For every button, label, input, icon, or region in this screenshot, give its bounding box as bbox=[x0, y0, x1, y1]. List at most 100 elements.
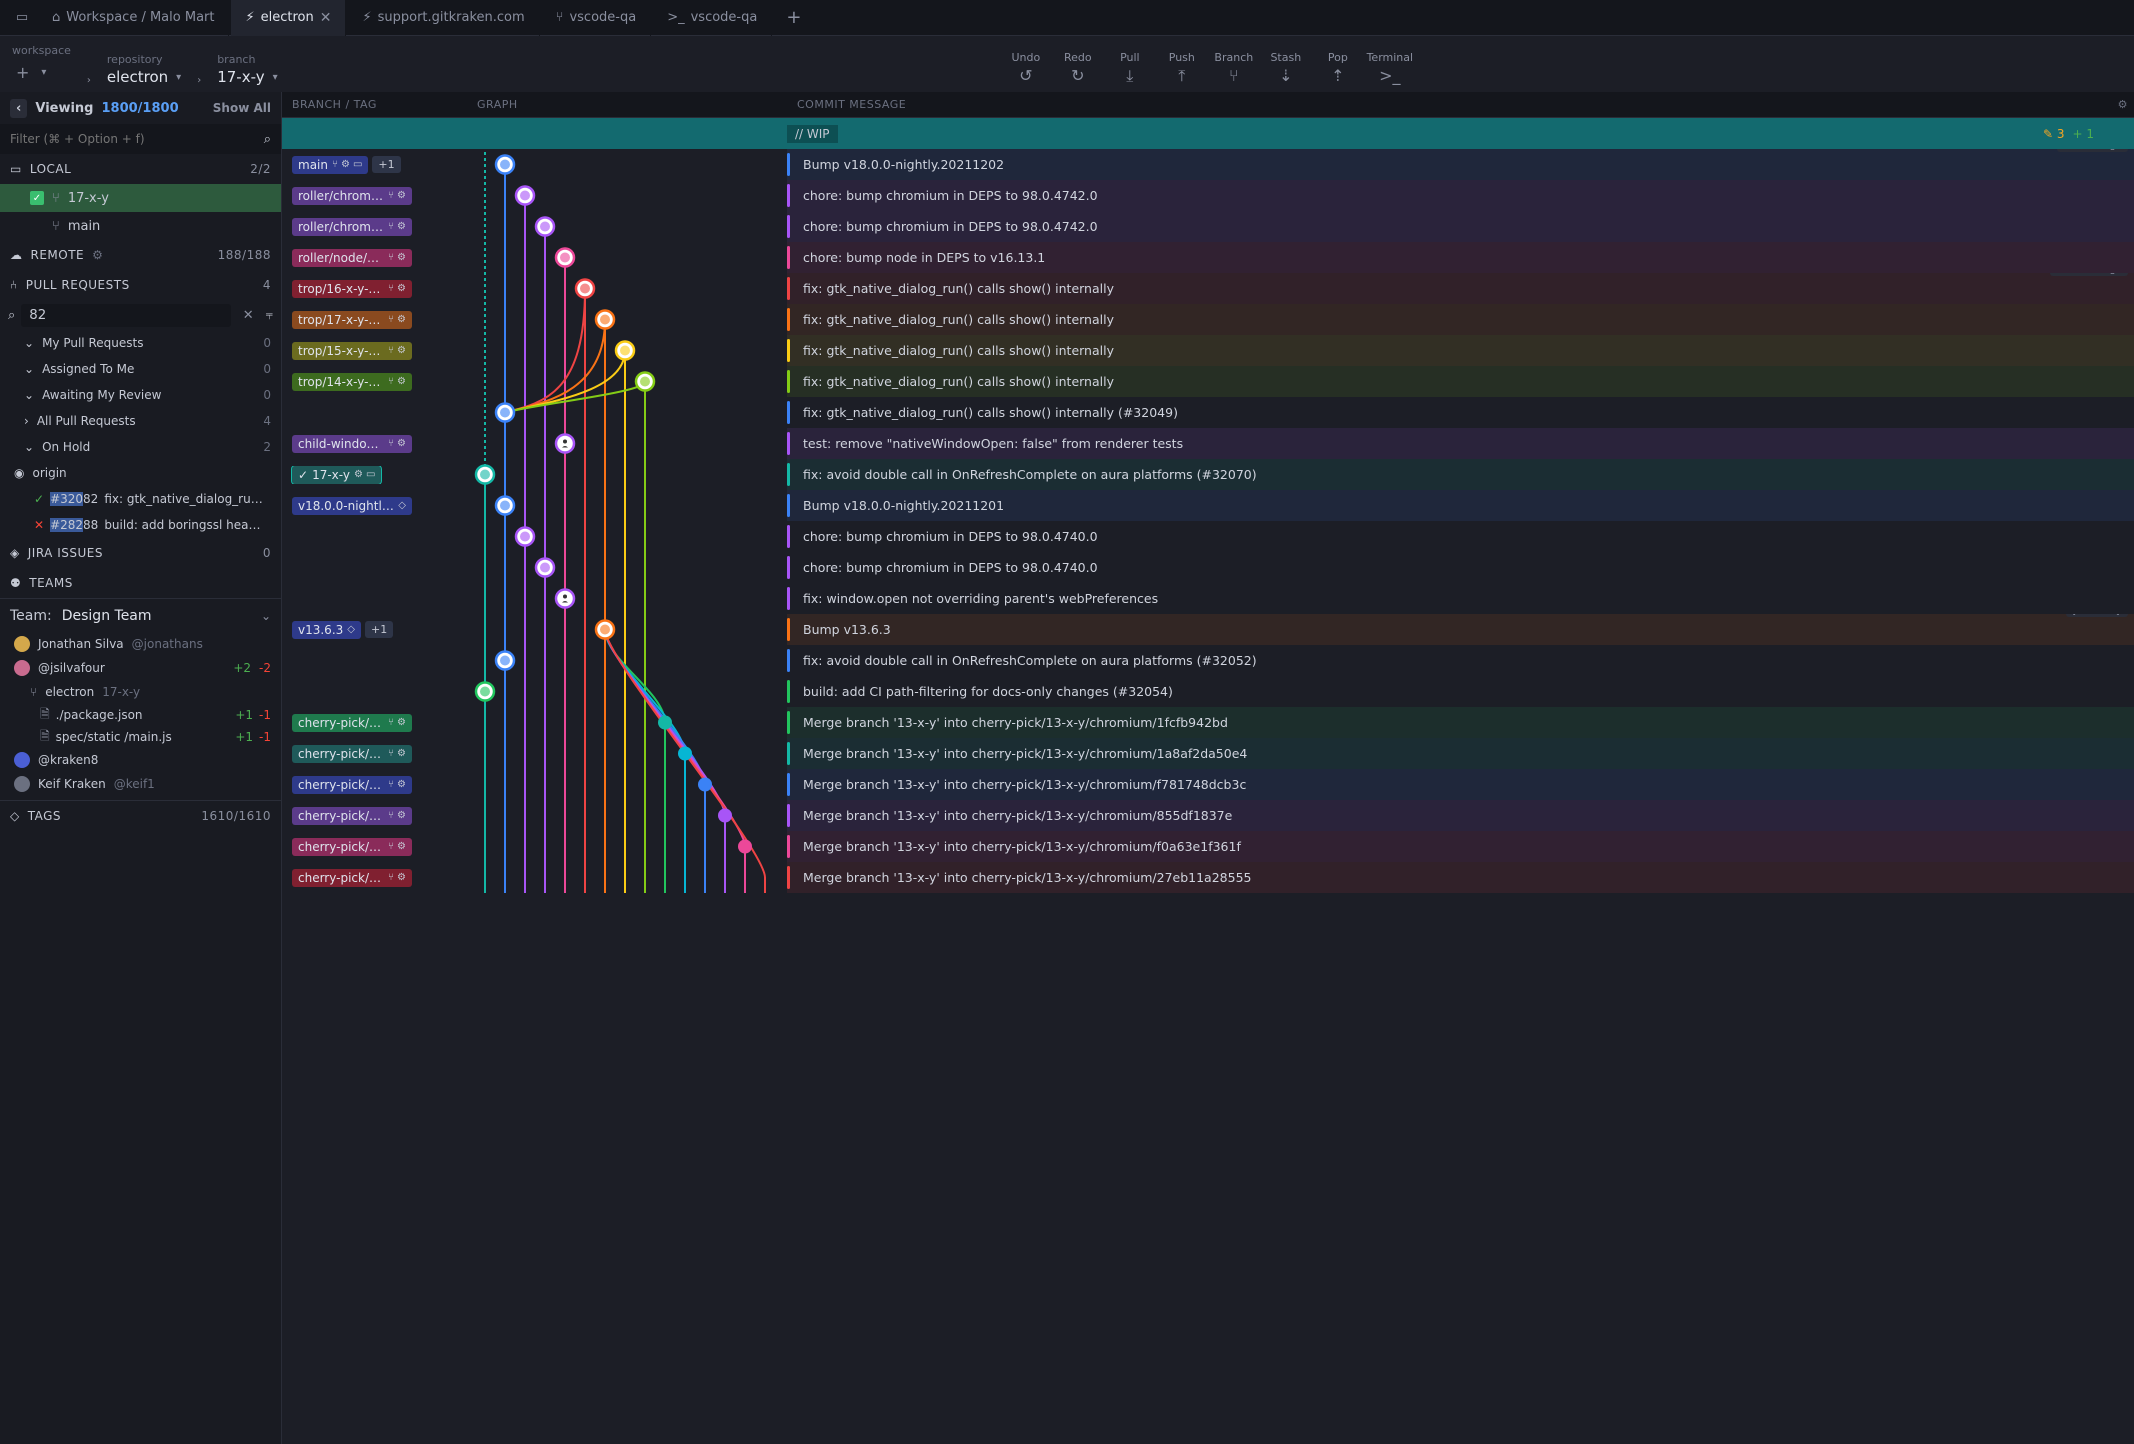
gear-icon[interactable]: ⚙ bbox=[92, 248, 103, 262]
tab-support.gitkraken.com[interactable]: ⚡ support.gitkraken.com bbox=[348, 0, 539, 36]
push-button[interactable]: Push ⤒ bbox=[1158, 51, 1206, 86]
graph-area[interactable]: // WIP ✎ 3 + 1 main ⑂⚙▭ +1 3 hours ago B… bbox=[282, 118, 2134, 1444]
commit-row[interactable]: cherry-pick/13-x… ⑂⚙ Merge branch '13-x-… bbox=[282, 831, 2134, 862]
commit-row[interactable]: roller/node/main ⑂⚙ chore: bump node in … bbox=[282, 242, 2134, 273]
commit-row[interactable]: cherry-pick/13-x… ⑂⚙ Merge branch '13-x-… bbox=[282, 738, 2134, 769]
commit-row[interactable]: main ⑂⚙▭ +1 3 hours ago Bump v18.0.0-nig… bbox=[282, 149, 2134, 180]
repository-selector[interactable]: repository electron▾ bbox=[107, 53, 181, 86]
commit-row[interactable]: trop/16-x-y-bp-fi… ⑂⚙ 12 hours ago fix: … bbox=[282, 273, 2134, 304]
branch-label[interactable]: trop/16-x-y-bp-fi… ⑂⚙ bbox=[292, 280, 412, 298]
branch-label[interactable]: roller/chromiu… ⑂⚙ bbox=[292, 218, 412, 236]
branch-label[interactable]: cherry-pick/13-x… ⑂⚙ bbox=[292, 745, 412, 763]
branch-label[interactable]: cherry-pick/13-x… ⑂⚙ bbox=[292, 776, 412, 794]
viewing-count[interactable]: 1800/1800 bbox=[102, 101, 179, 116]
team-member[interactable]: @jsilvafour +2 -2 bbox=[0, 656, 281, 680]
pr-section-header[interactable]: ⑃ PULL REQUESTS 4 bbox=[0, 270, 281, 300]
pr-group-my pull requests[interactable]: ⌄ My Pull Requests 0 bbox=[0, 330, 281, 356]
branch-label[interactable]: roller/chromiu… ⑂⚙ bbox=[292, 187, 412, 205]
commit-row[interactable]: chore: bump chromium in DEPS to 98.0.474… bbox=[282, 552, 2134, 583]
branch-label[interactable]: trop/15-x-y-bp-fi… ⑂⚙ bbox=[292, 342, 412, 360]
tags-section-header[interactable]: ◇ TAGS 1610/1610 bbox=[0, 800, 281, 830]
commit-row[interactable]: fix: window.open not overriding parent's… bbox=[282, 583, 2134, 614]
commit-row[interactable]: roller/chromiu… ⑂⚙ chore: bump chromium … bbox=[282, 211, 2134, 242]
changed-file[interactable]: 🗎 ./package.json +1 -1 bbox=[0, 704, 281, 726]
commit-row[interactable]: ✓ 17-x-y ⚙▭ fix: avoid double call in On… bbox=[282, 459, 2134, 490]
branch-label[interactable]: v18.0.0-nightly.202… ◇ bbox=[292, 497, 412, 515]
search-icon[interactable]: ⌕ bbox=[264, 132, 271, 147]
branch-label[interactable]: v13.6.3 ◇ bbox=[292, 621, 361, 639]
team-member[interactable]: Keif Kraken @keif1 bbox=[0, 772, 281, 796]
close-icon[interactable]: ✕ bbox=[320, 10, 332, 26]
branch-label[interactable]: cherry-pick/13-x… ⑂⚙ bbox=[292, 807, 412, 825]
back-icon[interactable]: ‹ bbox=[10, 99, 27, 118]
commit-row[interactable]: v18.0.0-nightly.202… ◇ Bump v18.0.0-nigh… bbox=[282, 490, 2134, 521]
clear-search-icon[interactable]: ✕ bbox=[237, 308, 260, 323]
workspace-crumb-tab[interactable]: ⌂ Workspace / Malo Mart bbox=[38, 0, 229, 36]
commit-row[interactable]: child-window-pr… ⑂⚙ test: remove "native… bbox=[282, 428, 2134, 459]
commit-row[interactable]: chore: bump chromium in DEPS to 98.0.474… bbox=[282, 521, 2134, 552]
pr-group-awaiting my review[interactable]: ⌄ Awaiting My Review 0 bbox=[0, 382, 281, 408]
pop-button[interactable]: Pop ⇡ bbox=[1314, 51, 1362, 86]
commit-row[interactable]: trop/15-x-y-bp-fi… ⑂⚙ fix: gtk_native_di… bbox=[282, 335, 2134, 366]
local-section-header[interactable]: ▭ LOCAL 2/2 bbox=[0, 154, 281, 184]
commit-row[interactable]: cherry-pick/13-x… ⑂⚙ Merge branch '13-x-… bbox=[282, 862, 2134, 893]
workspace-selector[interactable]: workspace +▾ bbox=[12, 44, 71, 86]
pr-group-all pull requests[interactable]: › All Pull Requests 4 bbox=[0, 408, 281, 434]
commit-row[interactable]: trop/17-x-y-bp-fi… ⑂⚙ fix: gtk_native_di… bbox=[282, 304, 2134, 335]
changed-file[interactable]: 🗎 spec/static /main.js +1 -1 bbox=[0, 726, 281, 748]
branch-label[interactable]: roller/node/main ⑂⚙ bbox=[292, 249, 412, 267]
search-icon[interactable]: ⌕ bbox=[8, 308, 15, 323]
tab-electron[interactable]: ⚡ electron ✕ bbox=[231, 0, 346, 36]
team-member[interactable]: Jonathan Silva @jonathans bbox=[0, 632, 281, 656]
redo-button[interactable]: Redo ↻ bbox=[1054, 51, 1102, 86]
commit-row[interactable]: v13.6.3 ◇ +1 yesterday Bump v13.6.3 bbox=[282, 614, 2134, 645]
commit-row[interactable]: fix: avoid double call in OnRefreshCompl… bbox=[282, 645, 2134, 676]
commit-row[interactable]: roller/chromiu… ⑂⚙ chore: bump chromium … bbox=[282, 180, 2134, 211]
branch-label[interactable]: trop/14-x-y-bp-fi… ⑂⚙ bbox=[292, 373, 412, 391]
wip-row[interactable]: // WIP ✎ 3 + 1 bbox=[282, 118, 2134, 149]
local-branch-17-x-y[interactable]: ✓ ⑂ 17-x-y bbox=[0, 184, 281, 212]
terminal-button[interactable]: Terminal >_ bbox=[1366, 51, 1414, 86]
commit-row[interactable]: cherry-pick/13-x… ⑂⚙ Merge branch '13-x-… bbox=[282, 800, 2134, 831]
undo-button[interactable]: Undo ↺ bbox=[1002, 51, 1050, 86]
branch-label[interactable]: trop/17-x-y-bp-fi… ⑂⚙ bbox=[292, 311, 412, 329]
tab-vscode-qa[interactable]: >_ vscode-qa bbox=[653, 0, 772, 36]
new-tab-button[interactable]: + bbox=[774, 7, 813, 28]
team-selector[interactable]: Team: Design Team ⌄ bbox=[0, 598, 281, 632]
commit-row[interactable]: fix: gtk_native_dialog_run() calls show(… bbox=[282, 397, 2134, 428]
tab-vscode-qa[interactable]: ⑂ vscode-qa bbox=[542, 0, 652, 36]
branch-button[interactable]: Branch ⑂ bbox=[1210, 51, 1258, 86]
member-repo[interactable]: ⑂ electron 17-x-y bbox=[0, 680, 281, 704]
settings-icon[interactable]: ⚙ bbox=[2118, 98, 2128, 111]
filter-icon[interactable]: ⫧ bbox=[266, 308, 273, 323]
local-branch-main[interactable]: ⑂ main bbox=[0, 212, 281, 240]
commit-row[interactable]: cherry-pick/13-x… ⑂⚙ Merge branch '13-x-… bbox=[282, 769, 2134, 800]
team-member[interactable]: @kraken8 bbox=[0, 748, 281, 772]
commit-row[interactable]: build: add CI path-filtering for docs-on… bbox=[282, 676, 2134, 707]
branch-label[interactable]: cherry-pick/13-x… ⑂⚙ bbox=[292, 838, 412, 856]
add-workspace-icon[interactable]: + bbox=[12, 59, 33, 86]
filter-input[interactable] bbox=[10, 132, 258, 146]
folder-icon[interactable]: ▭ bbox=[8, 4, 36, 32]
pr-item[interactable]: ✕ #28288 build: add boringssl hea… bbox=[0, 512, 281, 538]
pr-group-on hold[interactable]: ⌄ On Hold 2 bbox=[0, 434, 281, 460]
pr-search-input[interactable] bbox=[21, 304, 230, 327]
branch-label[interactable]: ✓ 17-x-y ⚙▭ bbox=[292, 466, 381, 484]
branch-label[interactable]: main ⑂⚙▭ bbox=[292, 156, 368, 174]
pr-group-assigned to me[interactable]: ⌄ Assigned To Me 0 bbox=[0, 356, 281, 382]
branch-label[interactable]: child-window-pr… ⑂⚙ bbox=[292, 435, 412, 453]
branch-label[interactable]: cherry-pick/13-x… ⑂⚙ bbox=[292, 869, 412, 887]
show-all-button[interactable]: Show All bbox=[213, 101, 271, 115]
pull-button[interactable]: Pull ⤓ bbox=[1106, 51, 1154, 86]
branch-selector[interactable]: branch 17-x-y▾ bbox=[217, 53, 277, 86]
commit-row[interactable]: trop/14-x-y-bp-fi… ⑂⚙ fix: gtk_native_di… bbox=[282, 366, 2134, 397]
teams-section-header[interactable]: ⚉ TEAMS bbox=[0, 568, 281, 598]
jira-section-header[interactable]: ◈ JIRA ISSUES 0 bbox=[0, 538, 281, 568]
branch-label[interactable]: cherry-pick/13-x… ⑂⚙ bbox=[292, 714, 412, 732]
pr-origin-row[interactable]: ◉ origin bbox=[0, 460, 281, 486]
stash-button[interactable]: Stash ⇣ bbox=[1262, 51, 1310, 86]
check-icon: ✓ bbox=[298, 468, 308, 482]
commit-row[interactable]: cherry-pick/13-x… ⑂⚙ Merge branch '13-x-… bbox=[282, 707, 2134, 738]
remote-section-header[interactable]: ☁ REMOTE ⚙ 188/188 bbox=[0, 240, 281, 270]
pr-item[interactable]: ✓ #32082 fix: gtk_native_dialog_ru… bbox=[0, 486, 281, 512]
